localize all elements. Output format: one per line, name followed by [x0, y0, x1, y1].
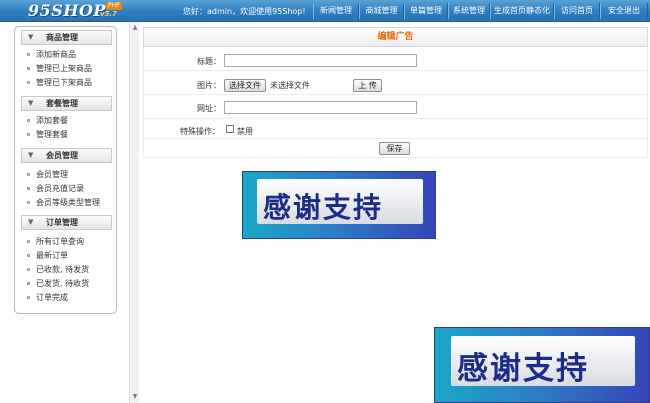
- bullet-icon: [27, 187, 30, 190]
- nav-news[interactable]: 新闻管理: [313, 3, 359, 19]
- bullet-icon: [27, 254, 30, 257]
- ad-banner-corner: 感谢支持: [434, 327, 650, 403]
- panel-title: 编辑广告: [143, 27, 648, 47]
- scroll-up-icon[interactable]: ▲: [131, 24, 139, 32]
- url-label: 网址：: [197, 104, 221, 113]
- sidebar: ▼ 商品管理 添加新商品 管理已上架商品 管理已下架商品 ▼ 套餐管理 添加套餐…: [14, 26, 117, 314]
- chevron-down-icon: ▼: [28, 33, 34, 41]
- bullet-icon: [27, 81, 30, 84]
- chevron-down-icon: ▼: [28, 151, 34, 159]
- bullet-icon: [27, 119, 30, 122]
- nav-visit-home[interactable]: 访问首页: [554, 3, 600, 19]
- url-input[interactable]: [224, 101, 417, 114]
- section-title: 订单管理: [46, 218, 78, 227]
- nav-system[interactable]: 系统管理: [448, 3, 490, 19]
- sidebar-section-products[interactable]: ▼ 商品管理: [21, 30, 112, 45]
- bullet-icon: [27, 53, 30, 56]
- chevron-down-icon: ▼: [28, 218, 34, 226]
- nav-generate-static[interactable]: 生成首页静态化: [490, 3, 554, 19]
- title-label: 标题：: [197, 57, 221, 66]
- chevron-down-icon: ▼: [28, 99, 34, 107]
- top-bar: 95SHOP PHP v5.7 您好：admin，欢迎使用95Shop! 新闻管…: [0, 0, 650, 22]
- logo-badge: PHP: [106, 2, 122, 10]
- bullet-icon: [27, 201, 30, 204]
- bullet-icon: [27, 282, 30, 285]
- bullet-icon: [27, 173, 30, 176]
- bullet-icon: [27, 296, 30, 299]
- section-title: 商品管理: [46, 33, 78, 42]
- logo-version: v5.7: [100, 10, 117, 18]
- sidebar-section-members[interactable]: ▼ 会员管理: [21, 148, 112, 163]
- bullet-icon: [27, 67, 30, 70]
- sidebar-section-packages[interactable]: ▼ 套餐管理: [21, 96, 112, 111]
- ad-banner: 感谢支持: [242, 171, 436, 239]
- title-input[interactable]: [224, 54, 417, 67]
- scroll-down-icon[interactable]: ▼: [131, 393, 139, 401]
- sidebar-section-orders[interactable]: ▼ 订单管理: [21, 215, 112, 230]
- save-button[interactable]: 保存: [379, 142, 410, 155]
- bullet-icon: [27, 240, 30, 243]
- bullet-icon: [27, 268, 30, 271]
- section-title: 会员管理: [46, 151, 78, 160]
- banner-text: 感谢支持: [263, 191, 384, 224]
- bullet-icon: [27, 133, 30, 136]
- vertical-scrollbar[interactable]: ▲ ▼: [129, 22, 139, 403]
- image-label: 图片：: [197, 81, 221, 90]
- upload-button[interactable]: 上 传: [353, 79, 382, 92]
- nav-logout[interactable]: 安全退出: [600, 3, 648, 19]
- disable-checkbox[interactable]: [226, 125, 234, 133]
- nav-mall[interactable]: 商城管理: [359, 3, 404, 19]
- banner-text: 感谢支持: [457, 351, 589, 387]
- greeting-text: 您好：admin，欢迎使用95Shop!: [183, 7, 306, 16]
- special-operation-label: 特殊操作：: [180, 127, 220, 136]
- disable-label: 禁用: [237, 127, 253, 136]
- section-title: 套餐管理: [46, 99, 78, 108]
- logo: 95SHOP: [28, 1, 106, 20]
- no-file-text: 未选择文件: [270, 81, 310, 90]
- nav-pages[interactable]: 单篇管理: [404, 3, 448, 19]
- choose-file-button[interactable]: 选择文件: [224, 79, 266, 92]
